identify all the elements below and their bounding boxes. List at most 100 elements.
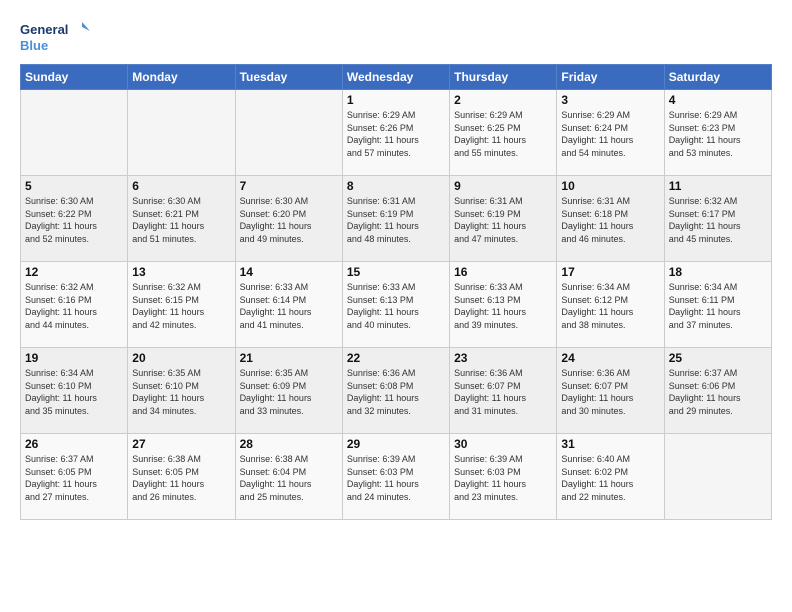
day-cell: 25 Sunrise: 6:37 AM Sunset: 6:06 PM Dayli… xyxy=(664,348,771,434)
day-cell: 9 Sunrise: 6:31 AM Sunset: 6:19 PM Daylig… xyxy=(450,176,557,262)
week-row-4: 19 Sunrise: 6:34 AM Sunset: 6:10 PM Dayli… xyxy=(21,348,772,434)
day-cell: 18Sunrise: 6:34 AM Sunset: 6:11 PM Dayli… xyxy=(664,262,771,348)
day-cell: 20 Sunrise: 6:35 AM Sunset: 6:10 PM Dayli… xyxy=(128,348,235,434)
day-info: Sunrise: 6:34 AM Sunset: 6:10 PM Dayligh… xyxy=(25,367,123,417)
day-info: Sunrise: 6:31 AM Sunset: 6:18 PM Dayligh… xyxy=(561,195,659,245)
day-cell: 15Sunrise: 6:33 AM Sunset: 6:13 PM Dayli… xyxy=(342,262,449,348)
day-cell: 17Sunrise: 6:34 AM Sunset: 6:12 PM Dayli… xyxy=(557,262,664,348)
day-info: Sunrise: 6:37 AM Sunset: 6:05 PM Dayligh… xyxy=(25,453,123,503)
day-number: 30 xyxy=(454,437,552,451)
weekday-thursday: Thursday xyxy=(450,65,557,90)
calendar-body: 1 Sunrise: 6:29 AM Sunset: 6:26 PM Daylig… xyxy=(21,90,772,520)
page: General Blue SundayMondayTuesdayWednesda… xyxy=(0,0,792,612)
day-info: Sunrise: 6:29 AM Sunset: 6:24 PM Dayligh… xyxy=(561,109,659,159)
day-number: 26 xyxy=(25,437,123,451)
day-number: 17 xyxy=(561,265,659,279)
day-number: 8 xyxy=(347,179,445,193)
day-cell: 6 Sunrise: 6:30 AM Sunset: 6:21 PM Daylig… xyxy=(128,176,235,262)
weekday-friday: Friday xyxy=(557,65,664,90)
day-info: Sunrise: 6:38 AM Sunset: 6:05 PM Dayligh… xyxy=(132,453,230,503)
day-number: 21 xyxy=(240,351,338,365)
day-cell xyxy=(235,90,342,176)
day-cell: 14 Sunrise: 6:33 AM Sunset: 6:14 PM Dayli… xyxy=(235,262,342,348)
logo: General Blue xyxy=(20,18,90,56)
day-info: Sunrise: 6:40 AM Sunset: 6:02 PM Dayligh… xyxy=(561,453,659,503)
day-number: 18 xyxy=(669,265,767,279)
week-row-5: 26 Sunrise: 6:37 AM Sunset: 6:05 PM Dayli… xyxy=(21,434,772,520)
day-info: Sunrise: 6:31 AM Sunset: 6:19 PM Dayligh… xyxy=(454,195,552,245)
weekday-tuesday: Tuesday xyxy=(235,65,342,90)
day-info: Sunrise: 6:35 AM Sunset: 6:10 PM Dayligh… xyxy=(132,367,230,417)
day-number: 28 xyxy=(240,437,338,451)
day-cell: 29 Sunrise: 6:39 AM Sunset: 6:03 PM Dayli… xyxy=(342,434,449,520)
day-info: Sunrise: 6:29 AM Sunset: 6:25 PM Dayligh… xyxy=(454,109,552,159)
day-cell: 3 Sunrise: 6:29 AM Sunset: 6:24 PM Daylig… xyxy=(557,90,664,176)
day-info: Sunrise: 6:29 AM Sunset: 6:26 PM Dayligh… xyxy=(347,109,445,159)
week-row-3: 12 Sunrise: 6:32 AM Sunset: 6:16 PM Dayli… xyxy=(21,262,772,348)
day-number: 31 xyxy=(561,437,659,451)
day-number: 2 xyxy=(454,93,552,107)
day-cell: 21 Sunrise: 6:35 AM Sunset: 6:09 PM Dayli… xyxy=(235,348,342,434)
day-info: Sunrise: 6:36 AM Sunset: 6:07 PM Dayligh… xyxy=(454,367,552,417)
day-number: 22 xyxy=(347,351,445,365)
day-info: Sunrise: 6:31 AM Sunset: 6:19 PM Dayligh… xyxy=(347,195,445,245)
day-cell: 2 Sunrise: 6:29 AM Sunset: 6:25 PM Daylig… xyxy=(450,90,557,176)
weekday-header-row: SundayMondayTuesdayWednesdayThursdayFrid… xyxy=(21,65,772,90)
logo-svg: General Blue xyxy=(20,18,90,56)
day-info: Sunrise: 6:33 AM Sunset: 6:14 PM Dayligh… xyxy=(240,281,338,331)
day-info: Sunrise: 6:36 AM Sunset: 6:07 PM Dayligh… xyxy=(561,367,659,417)
day-number: 29 xyxy=(347,437,445,451)
day-number: 14 xyxy=(240,265,338,279)
svg-text:General: General xyxy=(20,22,68,37)
day-number: 24 xyxy=(561,351,659,365)
day-cell: 22 Sunrise: 6:36 AM Sunset: 6:08 PM Dayli… xyxy=(342,348,449,434)
day-info: Sunrise: 6:30 AM Sunset: 6:20 PM Dayligh… xyxy=(240,195,338,245)
day-cell: 31 Sunrise: 6:40 AM Sunset: 6:02 PM Dayli… xyxy=(557,434,664,520)
day-info: Sunrise: 6:33 AM Sunset: 6:13 PM Dayligh… xyxy=(454,281,552,331)
calendar: SundayMondayTuesdayWednesdayThursdayFrid… xyxy=(20,64,772,520)
day-cell: 23 Sunrise: 6:36 AM Sunset: 6:07 PM Dayli… xyxy=(450,348,557,434)
day-cell: 10 Sunrise: 6:31 AM Sunset: 6:18 PM Dayli… xyxy=(557,176,664,262)
weekday-monday: Monday xyxy=(128,65,235,90)
day-info: Sunrise: 6:30 AM Sunset: 6:21 PM Dayligh… xyxy=(132,195,230,245)
day-info: Sunrise: 6:32 AM Sunset: 6:16 PM Dayligh… xyxy=(25,281,123,331)
day-number: 3 xyxy=(561,93,659,107)
day-info: Sunrise: 6:33 AM Sunset: 6:13 PM Dayligh… xyxy=(347,281,445,331)
day-number: 6 xyxy=(132,179,230,193)
day-cell: 26 Sunrise: 6:37 AM Sunset: 6:05 PM Dayli… xyxy=(21,434,128,520)
day-number: 1 xyxy=(347,93,445,107)
week-row-1: 1 Sunrise: 6:29 AM Sunset: 6:26 PM Daylig… xyxy=(21,90,772,176)
day-number: 27 xyxy=(132,437,230,451)
day-cell: 1 Sunrise: 6:29 AM Sunset: 6:26 PM Daylig… xyxy=(342,90,449,176)
day-info: Sunrise: 6:32 AM Sunset: 6:17 PM Dayligh… xyxy=(669,195,767,245)
day-info: Sunrise: 6:36 AM Sunset: 6:08 PM Dayligh… xyxy=(347,367,445,417)
day-number: 20 xyxy=(132,351,230,365)
header: General Blue xyxy=(20,18,772,56)
day-number: 12 xyxy=(25,265,123,279)
day-cell: 12 Sunrise: 6:32 AM Sunset: 6:16 PM Dayli… xyxy=(21,262,128,348)
day-cell: 5 Sunrise: 6:30 AM Sunset: 6:22 PM Daylig… xyxy=(21,176,128,262)
weekday-sunday: Sunday xyxy=(21,65,128,90)
day-number: 13 xyxy=(132,265,230,279)
day-info: Sunrise: 6:39 AM Sunset: 6:03 PM Dayligh… xyxy=(454,453,552,503)
day-info: Sunrise: 6:37 AM Sunset: 6:06 PM Dayligh… xyxy=(669,367,767,417)
day-cell: 28Sunrise: 6:38 AM Sunset: 6:04 PM Dayli… xyxy=(235,434,342,520)
day-number: 9 xyxy=(454,179,552,193)
day-cell: 30 Sunrise: 6:39 AM Sunset: 6:03 PM Dayli… xyxy=(450,434,557,520)
day-info: Sunrise: 6:30 AM Sunset: 6:22 PM Dayligh… xyxy=(25,195,123,245)
day-info: Sunrise: 6:35 AM Sunset: 6:09 PM Dayligh… xyxy=(240,367,338,417)
day-number: 23 xyxy=(454,351,552,365)
day-number: 25 xyxy=(669,351,767,365)
day-cell: 19 Sunrise: 6:34 AM Sunset: 6:10 PM Dayli… xyxy=(21,348,128,434)
day-cell: 27 Sunrise: 6:38 AM Sunset: 6:05 PM Dayli… xyxy=(128,434,235,520)
weekday-wednesday: Wednesday xyxy=(342,65,449,90)
day-cell: 7Sunrise: 6:30 AM Sunset: 6:20 PM Daylig… xyxy=(235,176,342,262)
day-number: 19 xyxy=(25,351,123,365)
day-info: Sunrise: 6:29 AM Sunset: 6:23 PM Dayligh… xyxy=(669,109,767,159)
day-cell: 16Sunrise: 6:33 AM Sunset: 6:13 PM Dayli… xyxy=(450,262,557,348)
day-cell: 13Sunrise: 6:32 AM Sunset: 6:15 PM Dayli… xyxy=(128,262,235,348)
day-number: 5 xyxy=(25,179,123,193)
day-cell: 24 Sunrise: 6:36 AM Sunset: 6:07 PM Dayli… xyxy=(557,348,664,434)
day-number: 10 xyxy=(561,179,659,193)
day-info: Sunrise: 6:39 AM Sunset: 6:03 PM Dayligh… xyxy=(347,453,445,503)
